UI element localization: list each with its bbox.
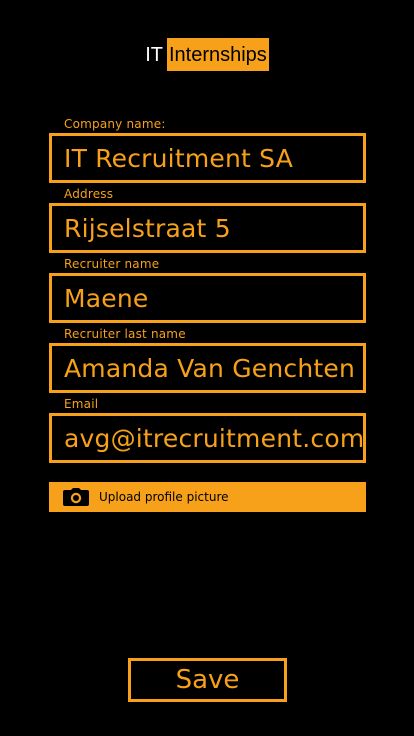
- recruiter-last-name-label: Recruiter last name: [64, 327, 186, 341]
- upload-profile-picture-button[interactable]: Upload profile picture: [49, 482, 366, 512]
- company-name-field[interactable]: IT Recruitment SA: [49, 133, 366, 183]
- logo-highlight: Internships: [166, 38, 269, 71]
- save-label: Save: [175, 665, 240, 695]
- recruiter-last-name-value: Amanda Van Genchten: [64, 353, 356, 383]
- company-name-value: IT Recruitment SA: [64, 143, 293, 173]
- recruiter-name-field[interactable]: Maene: [49, 273, 366, 323]
- address-field[interactable]: Rijselstraat 5: [49, 203, 366, 253]
- recruiter-name-value: Maene: [64, 283, 149, 313]
- address-label: Address: [64, 187, 114, 201]
- address-value: Rijselstraat 5: [64, 213, 231, 243]
- app-logo: IT Internships: [0, 38, 414, 71]
- save-button[interactable]: Save: [128, 658, 287, 702]
- email-label: Email: [64, 397, 99, 411]
- email-value: avg@itrecruitment.com: [64, 423, 365, 453]
- company-name-label: Company name:: [64, 117, 166, 131]
- recruiter-last-name-field[interactable]: Amanda Van Genchten: [49, 343, 366, 393]
- camera-icon: [63, 488, 89, 506]
- logo-prefix: IT: [145, 43, 163, 66]
- recruiter-name-label: Recruiter name: [64, 257, 160, 271]
- upload-label: Upload profile picture: [99, 490, 229, 504]
- email-field[interactable]: avg@itrecruitment.com: [49, 413, 366, 463]
